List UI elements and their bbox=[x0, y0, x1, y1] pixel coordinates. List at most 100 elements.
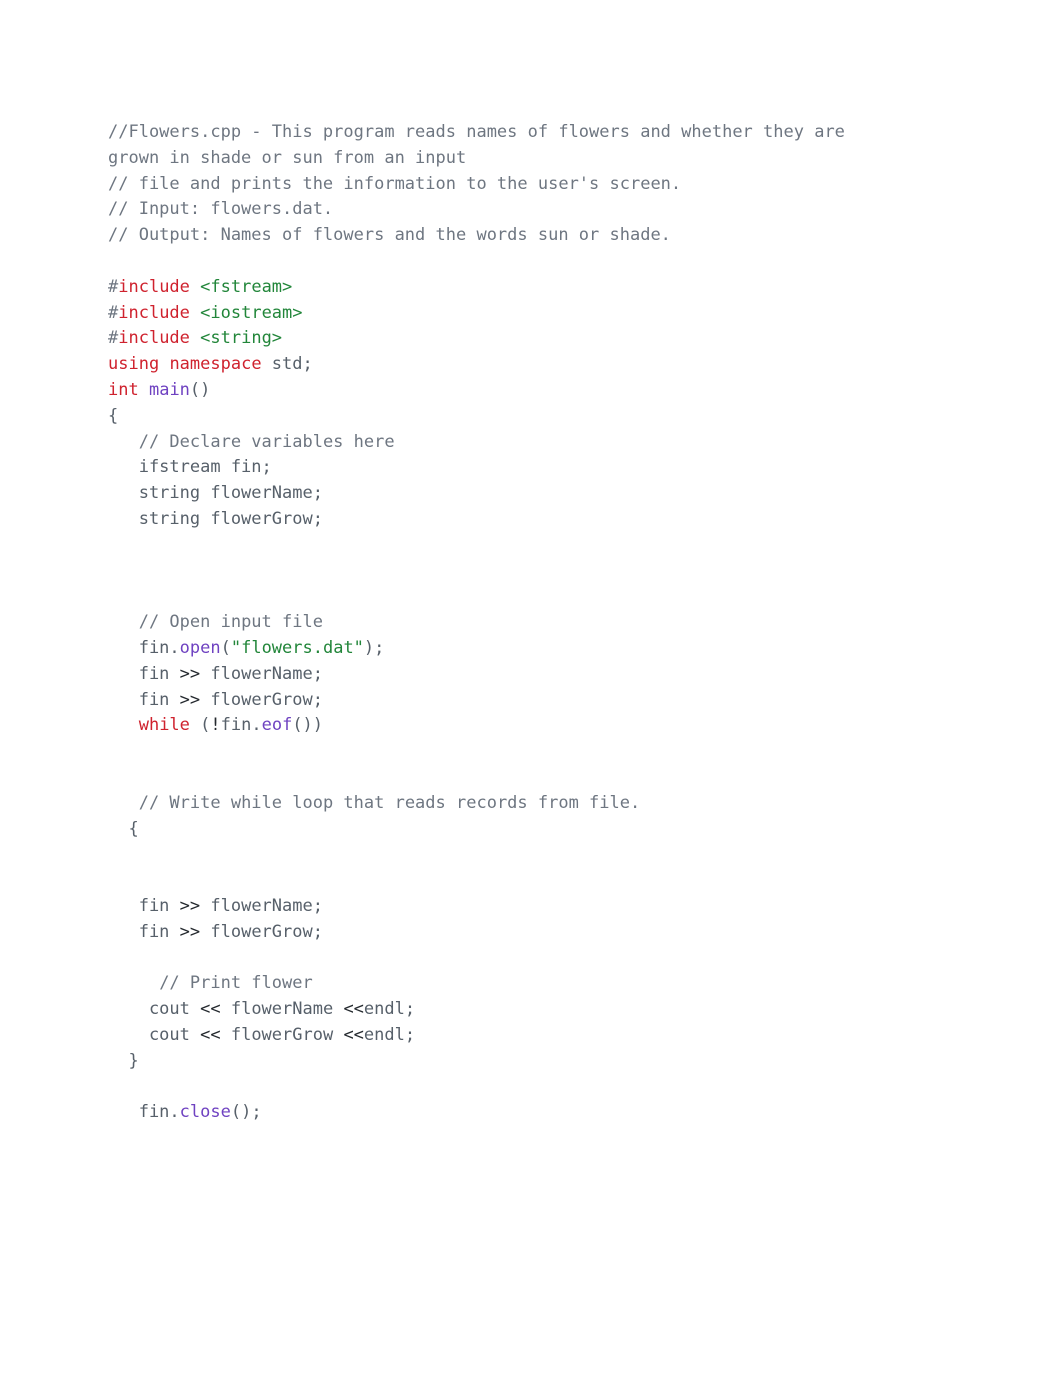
code-token: while bbox=[139, 715, 190, 735]
code-token: ()) bbox=[292, 715, 323, 735]
code-token: # bbox=[108, 303, 118, 323]
code-token: ( bbox=[190, 715, 210, 735]
code-line: //Flowers.cpp - This program reads names… bbox=[108, 120, 954, 146]
code-token: // Open input file bbox=[139, 612, 323, 632]
code-token: string flowerName; bbox=[108, 483, 323, 503]
code-token: "flowers.dat" bbox=[231, 638, 364, 658]
code-line: // Print flower bbox=[108, 971, 954, 997]
code-line: // Output: Names of flowers and the word… bbox=[108, 223, 954, 249]
code-token bbox=[108, 715, 139, 735]
code-token: endl; bbox=[364, 1025, 415, 1045]
code-token: # bbox=[108, 328, 118, 348]
code-line: #include <fstream> bbox=[108, 275, 954, 301]
code-token bbox=[108, 432, 139, 452]
code-line bbox=[108, 739, 954, 765]
code-token bbox=[190, 277, 200, 297]
code-token: endl; bbox=[364, 999, 415, 1019]
code-token: << bbox=[343, 999, 363, 1019]
code-token: // Output: Names of flowers and the word… bbox=[108, 225, 671, 245]
code-token bbox=[159, 354, 169, 374]
code-line: string flowerName; bbox=[108, 481, 954, 507]
code-token: } bbox=[108, 1051, 139, 1071]
code-line bbox=[108, 946, 954, 972]
code-token: flowerGrow bbox=[221, 1025, 344, 1045]
code-line: fin >> flowerName; bbox=[108, 662, 954, 688]
code-token: using bbox=[108, 354, 159, 374]
code-line: // file and prints the information to th… bbox=[108, 172, 954, 198]
code-line bbox=[108, 765, 954, 791]
code-token: <iostream> bbox=[200, 303, 302, 323]
code-token: fin bbox=[108, 690, 180, 710]
code-token bbox=[108, 793, 139, 813]
code-token: >> bbox=[180, 896, 200, 916]
code-line: cout << flowerGrow <<endl; bbox=[108, 1023, 954, 1049]
code-token: // Print flower bbox=[159, 973, 313, 993]
code-token: // file and prints the information to th… bbox=[108, 174, 681, 194]
code-token: // Declare variables here bbox=[139, 432, 395, 452]
code-token: << bbox=[200, 999, 220, 1019]
code-token: fin. bbox=[108, 638, 180, 658]
code-token: << bbox=[200, 1025, 220, 1045]
code-token: flowerName; bbox=[200, 896, 323, 916]
code-line bbox=[108, 584, 954, 610]
code-token bbox=[190, 303, 200, 323]
code-token: main bbox=[149, 380, 190, 400]
code-token: >> bbox=[180, 664, 200, 684]
code-line bbox=[108, 842, 954, 868]
code-token: flowerGrow; bbox=[200, 922, 323, 942]
code-line: // Open input file bbox=[108, 610, 954, 636]
code-token: fin bbox=[108, 922, 180, 942]
code-token bbox=[190, 328, 200, 348]
code-line: // Write while loop that reads records f… bbox=[108, 791, 954, 817]
code-token: >> bbox=[180, 922, 200, 942]
code-line bbox=[108, 868, 954, 894]
code-line: grown in shade or sun from an input bbox=[108, 146, 954, 172]
code-token: <string> bbox=[200, 328, 282, 348]
code-token: ! bbox=[210, 715, 220, 735]
code-line: fin >> flowerGrow; bbox=[108, 688, 954, 714]
code-line: string flowerGrow; bbox=[108, 507, 954, 533]
code-token: flowerName; bbox=[200, 664, 323, 684]
code-token bbox=[139, 380, 149, 400]
code-line: while (!fin.eof()) bbox=[108, 713, 954, 739]
code-token: // Write while loop that reads records f… bbox=[139, 793, 641, 813]
code-token: fin bbox=[108, 664, 180, 684]
code-line bbox=[108, 1074, 954, 1100]
code-line: { bbox=[108, 404, 954, 430]
code-line: } bbox=[108, 1049, 954, 1075]
code-token: grown in shade or sun from an input bbox=[108, 148, 466, 168]
code-line bbox=[108, 533, 954, 559]
code-token: << bbox=[343, 1025, 363, 1045]
code-token: open bbox=[180, 638, 221, 658]
code-token: fin. bbox=[221, 715, 262, 735]
code-token: namespace bbox=[169, 354, 261, 374]
code-token: flowerName bbox=[221, 999, 344, 1019]
code-token bbox=[108, 612, 139, 632]
code-token: <fstream> bbox=[200, 277, 292, 297]
code-line: #include <iostream> bbox=[108, 301, 954, 327]
code-line bbox=[108, 249, 954, 275]
code-line bbox=[108, 559, 954, 585]
code-token: # bbox=[108, 277, 118, 297]
code-line: int main() bbox=[108, 378, 954, 404]
code-line: // Declare variables here bbox=[108, 430, 954, 456]
code-token: int bbox=[108, 380, 139, 400]
code-token: include bbox=[118, 328, 190, 348]
code-token: //Flowers.cpp - This program reads names… bbox=[108, 122, 845, 142]
code-token: fin bbox=[108, 896, 180, 916]
code-line: // Input: flowers.dat. bbox=[108, 197, 954, 223]
code-token: include bbox=[118, 277, 190, 297]
code-token: close bbox=[180, 1102, 231, 1122]
code-line: fin.open("flowers.dat"); bbox=[108, 636, 954, 662]
code-token: () bbox=[190, 380, 210, 400]
code-token: ifstream fin; bbox=[108, 457, 272, 477]
code-token: fin. bbox=[108, 1102, 180, 1122]
code-line: #include <string> bbox=[108, 326, 954, 352]
code-line: using namespace std; bbox=[108, 352, 954, 378]
code-token: // Input: flowers.dat. bbox=[108, 199, 333, 219]
code-token: std; bbox=[262, 354, 313, 374]
code-line: ifstream fin; bbox=[108, 455, 954, 481]
code-token: flowerGrow; bbox=[200, 690, 323, 710]
code-token: string flowerGrow; bbox=[108, 509, 323, 529]
code-token: eof bbox=[262, 715, 293, 735]
